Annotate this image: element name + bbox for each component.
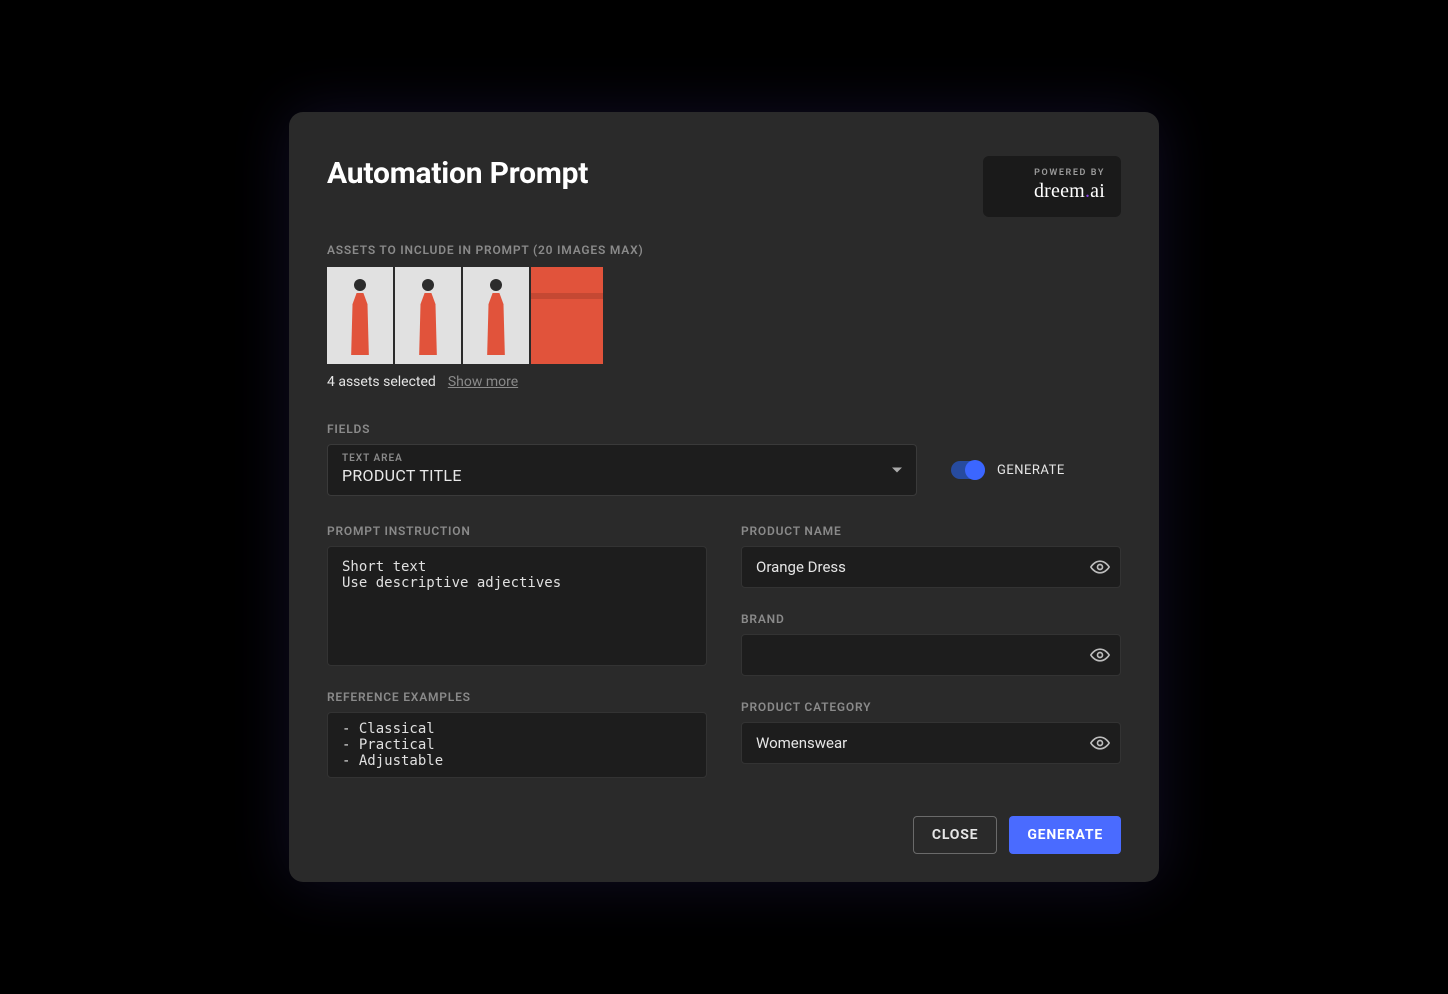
- generate-toggle[interactable]: [951, 461, 985, 479]
- reference-examples-input[interactable]: - Classical - Practical - Adjustable: [327, 712, 707, 778]
- eye-icon[interactable]: [1089, 732, 1111, 754]
- asset-thumbnail[interactable]: [463, 267, 529, 364]
- fields-section-label: FIELDS: [327, 422, 1121, 436]
- prompt-instruction-input[interactable]: Short text Use descriptive adjectives: [327, 546, 707, 666]
- powered-brand-post: ai: [1090, 180, 1105, 202]
- generate-button[interactable]: GENERATE: [1009, 816, 1121, 854]
- asset-thumbnail[interactable]: [531, 267, 603, 364]
- product-name-input[interactable]: Orange Dress: [741, 546, 1121, 588]
- field-type-mini-label: TEXT AREA: [342, 453, 902, 464]
- powered-by-label: POWERED BY: [999, 168, 1105, 178]
- close-button[interactable]: CLOSE: [913, 816, 997, 854]
- asset-thumbnail-list: [327, 267, 1121, 364]
- assets-selected-count: 4 assets selected: [327, 374, 436, 390]
- eye-icon[interactable]: [1089, 644, 1111, 666]
- field-type-value: PRODUCT TITLE: [342, 466, 902, 485]
- reference-examples-label: REFERENCE EXAMPLES: [327, 690, 707, 704]
- product-category-input[interactable]: Womenswear: [741, 722, 1121, 764]
- powered-brand-pre: dreem: [1034, 180, 1085, 202]
- toggle-knob-icon: [965, 460, 985, 480]
- assets-section-label: ASSETS TO INCLUDE IN PROMPT (20 IMAGES M…: [327, 243, 1121, 257]
- dialog-title: Automation Prompt: [327, 156, 588, 191]
- generate-toggle-label: GENERATE: [997, 463, 1065, 478]
- product-category-label: PRODUCT CATEGORY: [741, 700, 1121, 714]
- powered-by-badge: POWERED BY dreem.ai: [983, 156, 1121, 217]
- asset-thumbnail[interactable]: [327, 267, 393, 364]
- brand-label: BRAND: [741, 612, 1121, 626]
- powered-by-brand: dreem.ai: [999, 180, 1105, 203]
- brand-input[interactable]: [741, 634, 1121, 676]
- asset-thumbnail[interactable]: [395, 267, 461, 364]
- prompt-instruction-label: PROMPT INSTRUCTION: [327, 524, 707, 538]
- chevron-down-icon: [892, 468, 902, 473]
- field-type-select[interactable]: TEXT AREA PRODUCT TITLE: [327, 444, 917, 496]
- product-name-label: PRODUCT NAME: [741, 524, 1121, 538]
- automation-prompt-dialog: Automation Prompt POWERED BY dreem.ai AS…: [289, 112, 1159, 882]
- eye-icon[interactable]: [1089, 556, 1111, 578]
- show-more-link[interactable]: Show more: [448, 374, 518, 390]
